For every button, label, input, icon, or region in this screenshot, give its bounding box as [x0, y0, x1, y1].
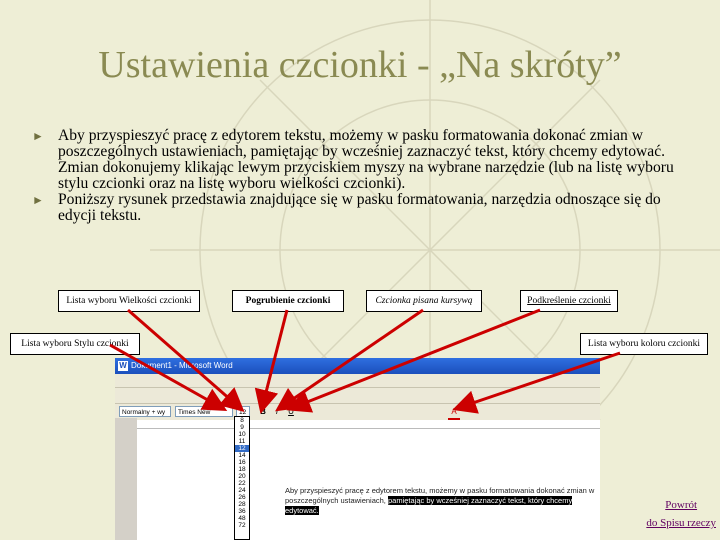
back-to-contents-link[interactable]: Powrót do Spisu rzeczy — [646, 496, 716, 532]
font-size-option[interactable]: 72 — [235, 522, 249, 529]
font-size-option[interactable]: 9 — [235, 424, 249, 431]
font-size-option[interactable]: 14 — [235, 452, 249, 459]
font-combo[interactable]: Times New Roman — [175, 406, 233, 417]
label-color-list: Lista wyboru koloru czcionki — [580, 333, 708, 355]
left-margin-area — [115, 418, 137, 540]
word-icon: W — [118, 361, 128, 371]
font-size-option[interactable]: 26 — [235, 494, 249, 501]
standard-toolbar — [115, 388, 600, 404]
label-italic: Czcionka pisana kursywą — [366, 290, 482, 312]
font-size-option[interactable]: 10 — [235, 431, 249, 438]
font-size-dropdown[interactable]: 8 9 10 11 12 14 16 18 20 22 24 26 28 36 48 72 — [234, 416, 250, 540]
label-bold: Pogrubienie czcionki — [232, 290, 344, 312]
back-link-line2: do Spisu rzeczy — [646, 517, 716, 529]
font-size-option[interactable]: 36 — [235, 508, 249, 515]
label-size-list: Lista wyboru Wielkości czcionki — [58, 290, 200, 312]
font-color-button[interactable]: A — [448, 406, 460, 420]
bold-button[interactable]: B — [257, 406, 269, 418]
font-size-option[interactable]: 20 — [235, 473, 249, 480]
font-size-option[interactable]: 22 — [235, 480, 249, 487]
bullet-list: ► Aby przyspieszyć pracę z edytorem teks… — [32, 128, 692, 224]
bullet-text: Aby przyspieszyć pracę z edytorem tekstu… — [58, 127, 674, 192]
font-size-option[interactable]: 16 — [235, 459, 249, 466]
label-underline: Podkreślenie czcionki — [520, 290, 618, 312]
font-size-option[interactable]: 8 — [235, 417, 249, 424]
bullet-arrow-icon: ► — [32, 129, 44, 143]
underline-button[interactable]: U — [285, 406, 297, 418]
bullet-text: Poniższy rysunek przedstawia znajdujące … — [58, 191, 661, 224]
menu-bar — [115, 374, 600, 388]
font-size-option[interactable]: 18 — [235, 466, 249, 473]
formatting-toolbar: Normalny + wy Times New Roman 12 B I U A — [115, 404, 600, 421]
document-text: Aby przyspieszyć pracę z edytorem tekstu… — [285, 486, 595, 516]
font-size-option[interactable]: 12 — [235, 445, 249, 452]
label-style-list: Lista wyboru Stylu czcionki — [10, 333, 140, 355]
bullet-item: ► Poniższy rysunek przedstawia znajdując… — [32, 192, 692, 224]
font-size-option[interactable]: 48 — [235, 515, 249, 522]
word-screenshot: W Dokument1 - Microsoft Word Normalny + … — [115, 358, 600, 540]
italic-button[interactable]: I — [271, 406, 283, 418]
back-link-line1: Powrót — [665, 499, 698, 511]
font-size-option[interactable]: 28 — [235, 501, 249, 508]
font-size-option[interactable]: 24 — [235, 487, 249, 494]
window-title: Dokument1 - Microsoft Word — [131, 361, 233, 370]
style-combo[interactable]: Normalny + wy — [119, 406, 171, 417]
window-titlebar: W Dokument1 - Microsoft Word — [115, 358, 600, 374]
font-size-option[interactable]: 11 — [235, 438, 249, 445]
slide-title: Ustawienia czcionki - „Na skróty” — [98, 44, 622, 86]
ruler — [137, 420, 600, 429]
bullet-item: ► Aby przyspieszyć pracę z edytorem teks… — [32, 128, 692, 192]
document-page[interactable] — [255, 430, 600, 540]
bullet-arrow-icon: ► — [32, 193, 44, 207]
